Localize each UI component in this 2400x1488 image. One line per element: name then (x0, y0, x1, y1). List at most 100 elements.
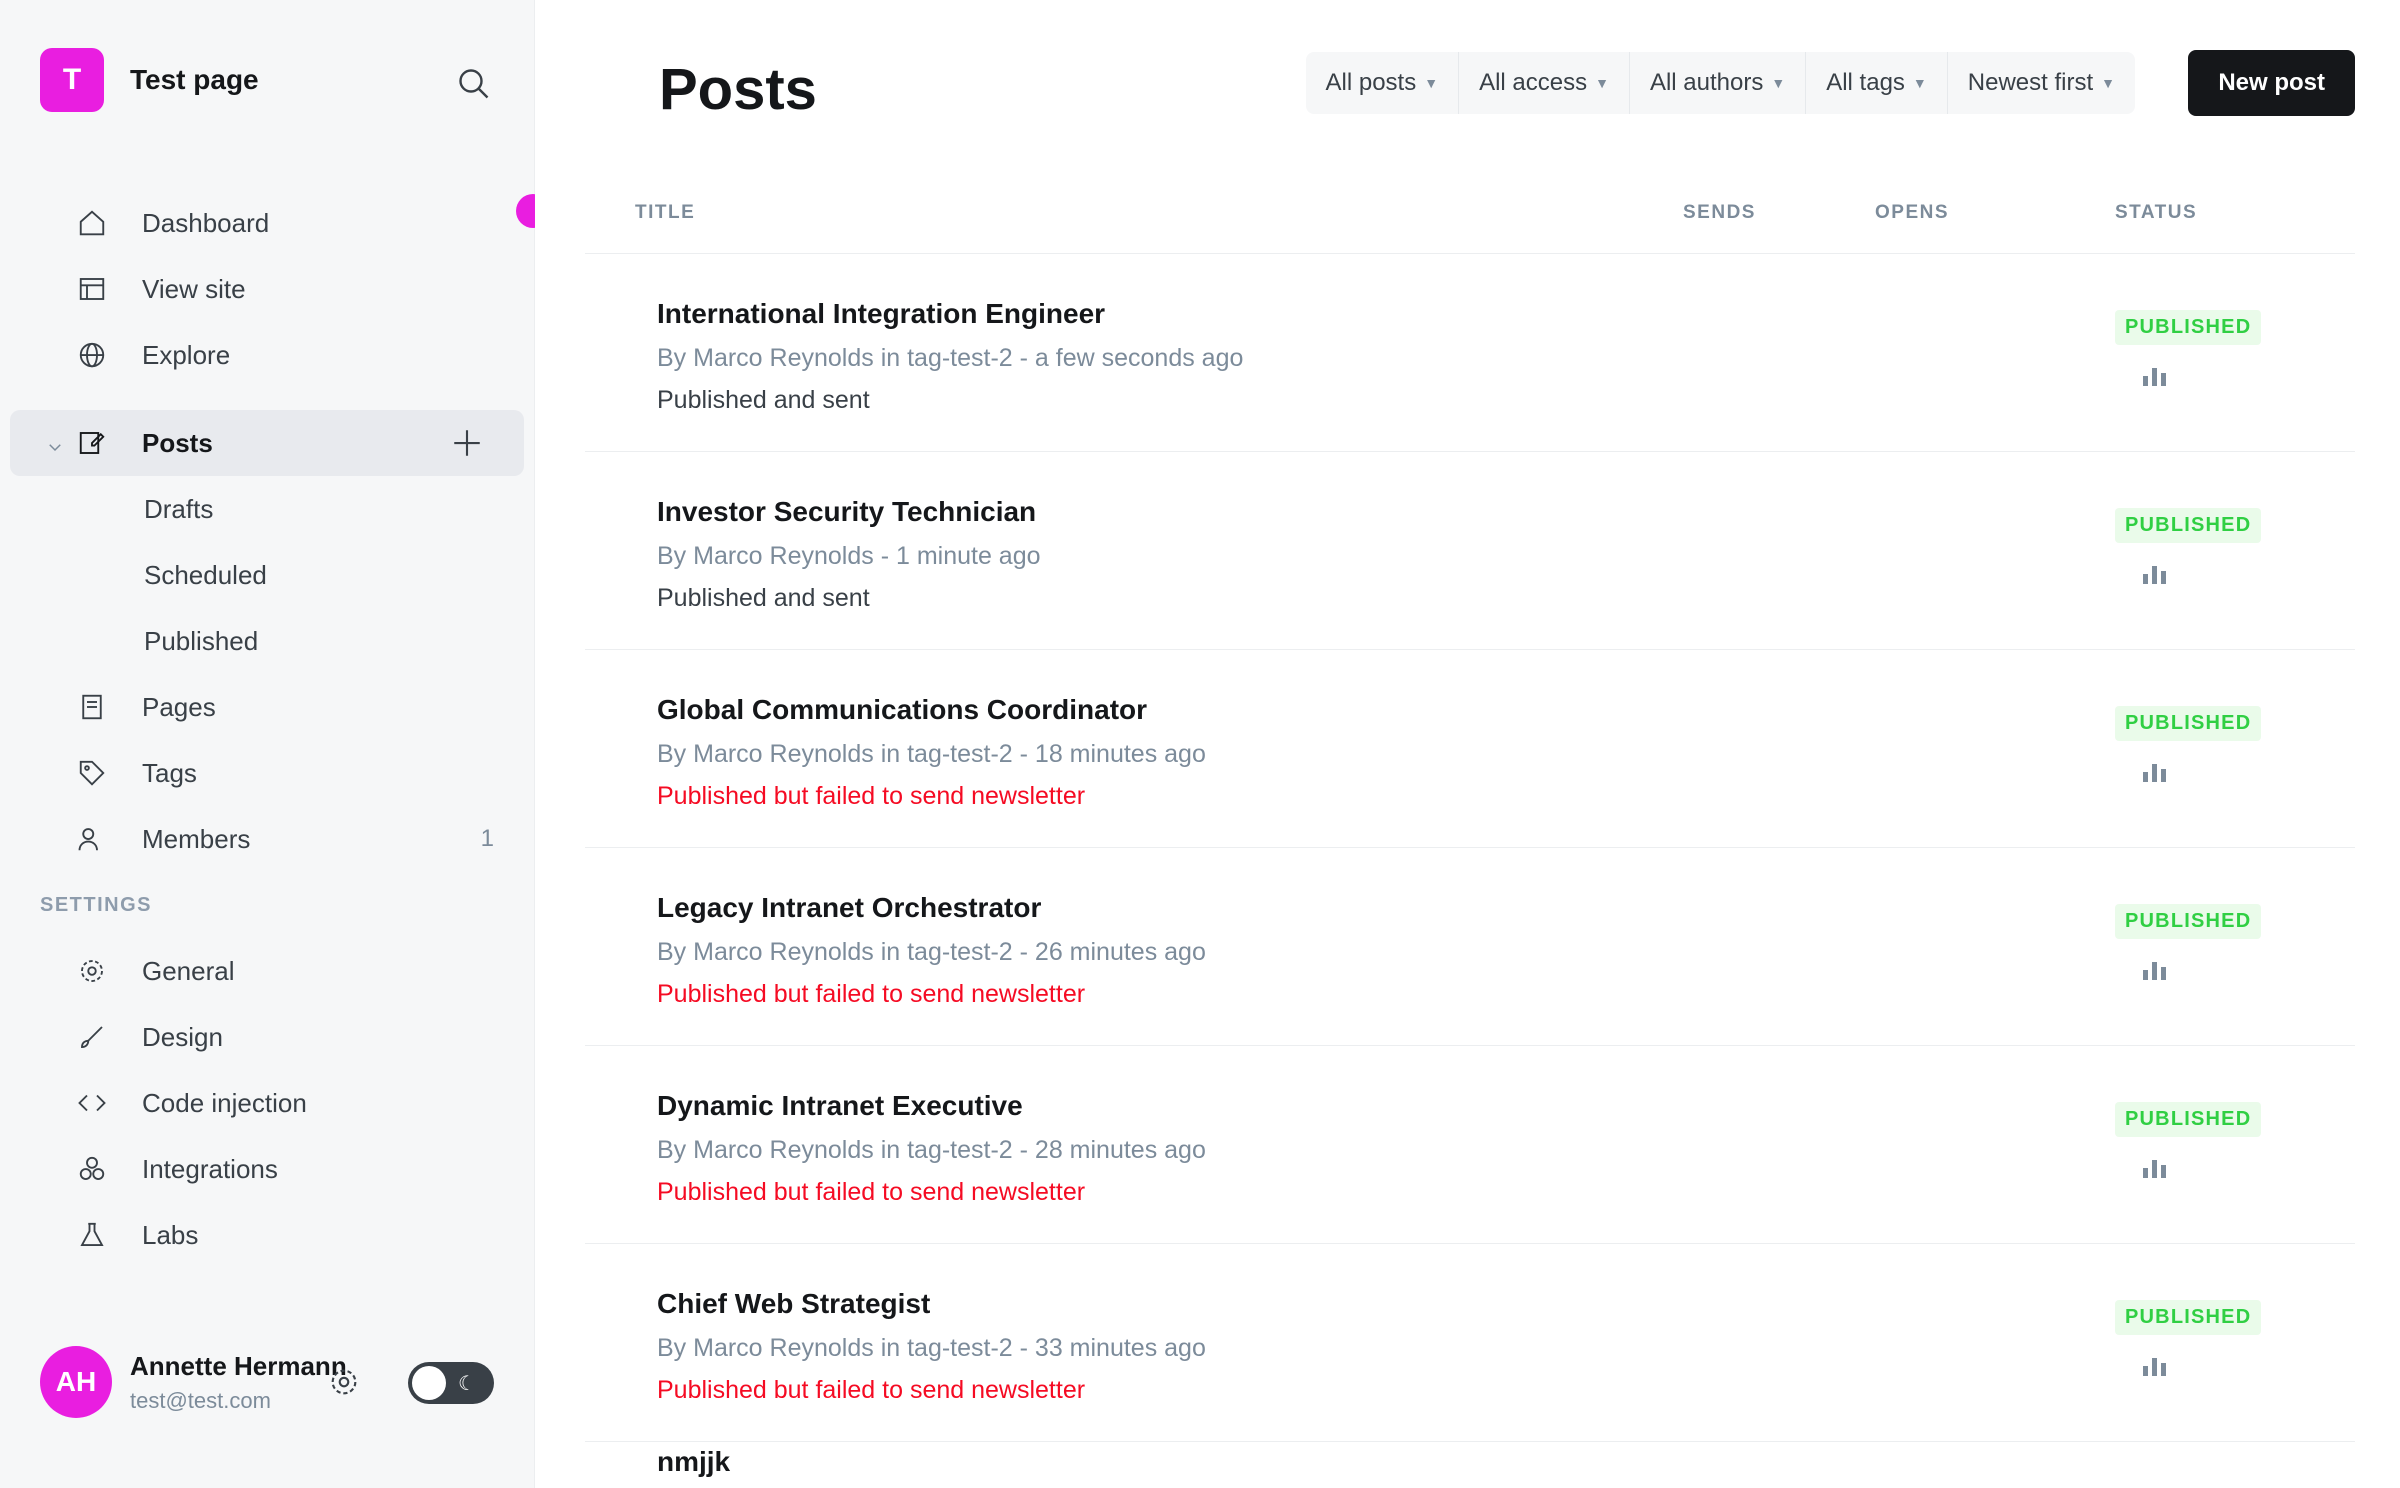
column-sends: SENDS (1683, 202, 1756, 223)
nav-labs[interactable]: Labs (0, 1202, 534, 1268)
analytics-icon[interactable] (2141, 364, 2169, 393)
post-title[interactable]: Global Communications Coordinator (657, 694, 1147, 726)
browser-icon (74, 271, 110, 307)
nav-integrations[interactable]: Integrations (0, 1136, 534, 1202)
post-meta: By Marco Reynolds in tag-test-2 - 26 min… (657, 938, 1206, 966)
post-title[interactable]: Investor Security Technician (657, 496, 1036, 528)
nav-label: Design (142, 1021, 223, 1052)
page-icon (74, 689, 110, 725)
nav-general[interactable]: General (0, 938, 534, 1004)
site-title: Test page (130, 64, 259, 95)
nav-label: Dashboard (142, 207, 270, 238)
nav-view-site[interactable]: View site (0, 256, 534, 322)
column-title: TITLE (635, 202, 696, 223)
nav-label: Labs (142, 1219, 199, 1250)
nav-pages[interactable]: Pages (0, 674, 534, 740)
user-menu[interactable]: AH Annette Hermann test@test.com (40, 1346, 347, 1418)
status-badge: PUBLISHED (2115, 508, 2262, 543)
pencil-icon (74, 425, 110, 461)
post-title[interactable]: International Integration Engineer (657, 298, 1105, 330)
filter-label: Newest first (1967, 69, 2094, 96)
analytics-icon[interactable] (2141, 1354, 2169, 1383)
site-logo: T (40, 48, 104, 112)
dark-mode-toggle[interactable]: ☾ (408, 1362, 494, 1404)
table-row[interactable]: Investor Security Technician By Marco Rey… (585, 452, 2355, 650)
post-meta: By Marco Reynolds in tag-test-2 - 28 min… (657, 1136, 1206, 1164)
analytics-icon[interactable] (2141, 760, 2169, 789)
nav-label: General (142, 955, 235, 986)
main-content: Posts All posts ▼ All access ▼ All authors… (535, 0, 2400, 1488)
table-row[interactable]: International Integration Engineer By Mar… (585, 254, 2355, 452)
filter-bar: All posts ▼ All access ▼ All authors ▼ All … (1305, 52, 2135, 114)
chevron-down-icon[interactable] (46, 432, 64, 463)
table-row[interactable]: Global Communications Coordinator By Marc… (585, 650, 2355, 848)
post-title[interactable]: Dynamic Intranet Executive (657, 1090, 1023, 1122)
post-send-status: Published and sent (657, 584, 870, 612)
post-send-status: Published but failed to send newsletter (657, 1376, 1086, 1404)
add-post-icon[interactable] (450, 426, 484, 460)
globe-icon (74, 337, 110, 373)
main-nav: Dashboard View site Explore Posts Drafts… (0, 190, 534, 1268)
analytics-icon[interactable] (2141, 958, 2169, 987)
flask-icon (74, 1217, 110, 1253)
post-title[interactable]: Chief Web Strategist (657, 1288, 930, 1320)
sidebar: T Test page Dashboard View site Explore … (0, 0, 550, 1488)
table-row[interactable]: Dynamic Intranet Executive By Marco Reyno… (585, 1046, 2355, 1244)
table-row[interactable]: Chief Web Strategist By Marco Reynolds in… (585, 1244, 2355, 1442)
analytics-icon[interactable] (2141, 562, 2169, 591)
post-send-status: Published but failed to send newsletter (657, 980, 1086, 1008)
avatar: AH (40, 1346, 112, 1418)
user-email: test@test.com (130, 1387, 271, 1413)
filter-tags[interactable]: All tags ▼ (1806, 52, 1948, 114)
column-status: STATUS (2115, 202, 2198, 223)
filter-authors[interactable]: All authors ▼ (1630, 52, 1807, 114)
brush-icon (74, 1019, 110, 1055)
toggle-knob (412, 1366, 446, 1400)
table-header: TITLE SENDS OPENS STATUS (585, 178, 2355, 254)
table-row-partial[interactable]: nmjjk (657, 1446, 730, 1478)
column-opens: OPENS (1875, 202, 1950, 223)
nav-drafts[interactable]: Drafts (0, 476, 534, 542)
nav-design[interactable]: Design (0, 1004, 534, 1070)
table-row[interactable]: Legacy Intranet Orchestrator By Marco Rey… (585, 848, 2355, 1046)
tag-icon (74, 755, 110, 791)
filter-access[interactable]: All access ▼ (1459, 52, 1630, 114)
settings-gear-icon[interactable] (322, 1360, 366, 1404)
integrations-icon (74, 1151, 110, 1187)
post-meta: By Marco Reynolds - 1 minute ago (657, 542, 1041, 570)
chevron-down-icon: ▼ (1424, 75, 1439, 91)
nav-label: Drafts (144, 493, 214, 524)
analytics-icon[interactable] (2141, 1156, 2169, 1185)
status-badge: PUBLISHED (2115, 904, 2262, 939)
post-meta: By Marco Reynolds in tag-test-2 - a few … (657, 344, 1244, 372)
nav-label: Scheduled (144, 559, 267, 590)
members-icon (74, 821, 110, 857)
status-badge: PUBLISHED (2115, 1102, 2262, 1137)
chevron-down-icon: ▼ (1595, 75, 1609, 91)
settings-heading: SETTINGS (40, 893, 153, 916)
new-post-button[interactable]: New post (2188, 50, 2355, 116)
nav-explore[interactable]: Explore (0, 322, 534, 388)
nav-scheduled[interactable]: Scheduled (0, 542, 534, 608)
nav-label: Explore (142, 339, 231, 370)
post-title[interactable]: Legacy Intranet Orchestrator (657, 892, 1041, 924)
moon-icon: ☾ (458, 1372, 476, 1395)
nav-posts[interactable]: Posts (10, 410, 524, 476)
nav-published[interactable]: Published (0, 608, 534, 674)
search-icon[interactable] (452, 62, 496, 106)
nav-tags[interactable]: Tags (0, 740, 534, 806)
chevron-down-icon: ▼ (1771, 75, 1786, 91)
nav-code-injection[interactable]: Code injection (0, 1070, 534, 1136)
nav-members[interactable]: Members 1 (0, 806, 534, 872)
nav-dashboard[interactable]: Dashboard (0, 190, 534, 256)
status-badge: PUBLISHED (2115, 706, 2262, 741)
gear-icon (74, 953, 110, 989)
nav-label: Tags (142, 757, 197, 788)
filter-sort[interactable]: Newest first ▼ (1948, 52, 2135, 114)
filter-type[interactable]: All posts ▼ (1306, 52, 1460, 114)
nav-label: Members (142, 823, 251, 854)
brand[interactable]: T Test page (40, 48, 259, 112)
filter-label: All posts (1325, 69, 1417, 96)
nav-label: Integrations (142, 1153, 278, 1184)
filter-label: All authors (1649, 69, 1764, 96)
